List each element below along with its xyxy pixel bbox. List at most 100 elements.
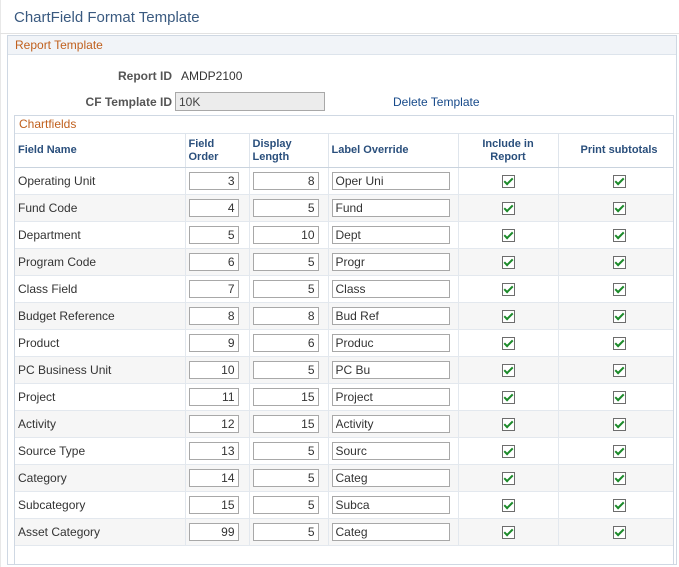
include-in-report-checkbox[interactable] xyxy=(501,445,515,459)
print-subtotals-checkbox[interactable] xyxy=(612,202,626,216)
display-length-input[interactable] xyxy=(252,280,319,298)
include-in-report-checkbox[interactable] xyxy=(501,526,515,540)
display-length-input[interactable] xyxy=(252,172,319,190)
include-in-report-cell xyxy=(458,329,559,357)
field-order-input[interactable] xyxy=(188,496,239,514)
print-subtotals-checkbox[interactable] xyxy=(612,310,626,324)
label-override-input[interactable] xyxy=(331,523,450,541)
field-order-cell xyxy=(185,410,250,438)
print-subtotals-checkbox[interactable] xyxy=(612,337,626,351)
print-subtotals-cell xyxy=(558,383,673,411)
label-override-input[interactable] xyxy=(331,415,450,433)
print-subtotals-checkbox[interactable] xyxy=(612,499,626,513)
field-order-input[interactable] xyxy=(188,307,239,325)
label-override-cell xyxy=(328,329,459,357)
label-override-input[interactable] xyxy=(331,226,450,244)
print-subtotals-checkbox[interactable] xyxy=(612,256,626,270)
field-order-cell xyxy=(185,464,250,492)
display-length-input[interactable] xyxy=(252,199,319,217)
field-order-input[interactable] xyxy=(188,523,239,541)
display-length-input[interactable] xyxy=(252,361,319,379)
field-order-cell xyxy=(185,437,250,465)
include-in-report-checkbox[interactable] xyxy=(501,472,515,486)
table-row: Asset Category xyxy=(15,518,673,546)
display-length-cell xyxy=(249,464,329,492)
cf-template-input[interactable] xyxy=(175,92,325,111)
include-in-report-checkbox[interactable] xyxy=(501,256,515,270)
col-header-include-in-report[interactable]: Include in Report xyxy=(458,134,559,168)
field-order-cell xyxy=(185,221,250,249)
label-override-input[interactable] xyxy=(331,469,450,487)
col-header-print-subtotals[interactable]: Print subtotals xyxy=(558,134,673,168)
include-in-report-checkbox[interactable] xyxy=(501,337,515,351)
display-length-input[interactable] xyxy=(252,253,319,271)
field-order-cell xyxy=(185,383,250,411)
report-id-value: AMDP2100 xyxy=(181,69,243,83)
print-subtotals-checkbox[interactable] xyxy=(612,391,626,405)
label-override-input[interactable] xyxy=(331,172,450,190)
col-header-display-length[interactable]: Display Length xyxy=(249,134,329,168)
chartfields-group: Chartfields Field Name Field Order Displa… xyxy=(14,115,674,565)
col-header-field-name[interactable]: Field Name xyxy=(15,134,186,168)
field-order-input[interactable] xyxy=(188,199,239,217)
display-length-input[interactable] xyxy=(252,388,319,406)
display-length-input[interactable] xyxy=(252,334,319,352)
include-in-report-checkbox[interactable] xyxy=(501,499,515,513)
table-row: Department xyxy=(15,221,673,249)
field-order-input[interactable] xyxy=(188,253,239,271)
label-override-input[interactable] xyxy=(331,280,450,298)
field-order-input[interactable] xyxy=(188,172,239,190)
print-subtotals-cell xyxy=(558,329,673,357)
label-override-input[interactable] xyxy=(331,334,450,352)
field-order-cell xyxy=(185,491,250,519)
label-override-input[interactable] xyxy=(331,442,450,460)
display-length-input[interactable] xyxy=(252,523,319,541)
field-order-input[interactable] xyxy=(188,280,239,298)
include-in-report-checkbox[interactable] xyxy=(501,283,515,297)
print-subtotals-checkbox[interactable] xyxy=(612,283,626,297)
field-order-input[interactable] xyxy=(188,226,239,244)
display-length-input[interactable] xyxy=(252,415,319,433)
display-length-input[interactable] xyxy=(252,226,319,244)
label-override-cell xyxy=(328,356,459,384)
label-override-input[interactable] xyxy=(331,307,450,325)
field-order-input[interactable] xyxy=(188,334,239,352)
display-length-input[interactable] xyxy=(252,307,319,325)
include-in-report-checkbox[interactable] xyxy=(501,418,515,432)
field-order-input[interactable] xyxy=(188,469,239,487)
display-length-input[interactable] xyxy=(252,442,319,460)
label-override-input[interactable] xyxy=(331,199,450,217)
print-subtotals-checkbox[interactable] xyxy=(612,526,626,540)
field-order-input[interactable] xyxy=(188,361,239,379)
display-length-input[interactable] xyxy=(252,469,319,487)
col-header-label-override[interactable]: Label Override xyxy=(328,134,459,168)
field-order-input[interactable] xyxy=(188,388,239,406)
print-subtotals-checkbox[interactable] xyxy=(612,445,626,459)
display-length-input[interactable] xyxy=(252,496,319,514)
print-subtotals-checkbox[interactable] xyxy=(612,364,626,378)
include-in-report-checkbox[interactable] xyxy=(501,310,515,324)
label-override-input[interactable] xyxy=(331,496,450,514)
field-order-cell xyxy=(185,167,250,195)
label-override-input[interactable] xyxy=(331,361,450,379)
include-in-report-cell xyxy=(458,221,559,249)
field-order-input[interactable] xyxy=(188,442,239,460)
table-row: Category xyxy=(15,464,673,492)
print-subtotals-checkbox[interactable] xyxy=(612,175,626,189)
print-subtotals-checkbox[interactable] xyxy=(612,472,626,486)
print-subtotals-checkbox[interactable] xyxy=(612,418,626,432)
include-in-report-checkbox[interactable] xyxy=(501,202,515,216)
print-subtotals-cell xyxy=(558,464,673,492)
label-override-input[interactable] xyxy=(331,388,450,406)
col-header-field-order[interactable]: Field Order xyxy=(185,134,250,168)
field-order-input[interactable] xyxy=(188,415,239,433)
field-name-cell: Subcategory xyxy=(15,491,186,519)
label-override-input[interactable] xyxy=(331,253,450,271)
include-in-report-checkbox[interactable] xyxy=(501,364,515,378)
include-in-report-checkbox[interactable] xyxy=(501,391,515,405)
include-in-report-checkbox[interactable] xyxy=(501,229,515,243)
print-subtotals-checkbox[interactable] xyxy=(612,229,626,243)
include-in-report-checkbox[interactable] xyxy=(501,175,515,189)
delete-template-link[interactable]: Delete Template xyxy=(393,95,480,109)
display-length-cell xyxy=(249,194,329,222)
